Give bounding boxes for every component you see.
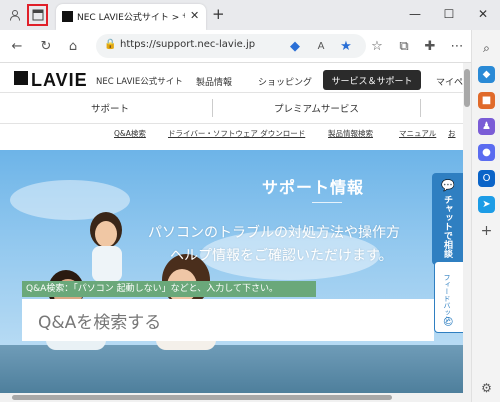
sea xyxy=(0,345,463,393)
search-placeholder[interactable]: Q&Aを検索する xyxy=(38,308,161,333)
link-more[interactable]: お xyxy=(448,128,456,139)
favorite-star-icon[interactable]: ★ xyxy=(337,37,355,55)
maximize-button[interactable]: ☐ xyxy=(432,0,466,28)
url-text[interactable]: https://support.nec-lavie.jp xyxy=(120,39,255,50)
edge-sidebar: ⌕ ◆ ■ ♟ ● O ➤ + ⚙ xyxy=(471,30,500,402)
subnav-divider xyxy=(420,99,421,117)
chat-bubble-icon: 💬 xyxy=(441,179,455,192)
search-hint-label: Q&A検索：「パソコン 起動しない」などと、入力して下さい。 xyxy=(22,281,316,297)
favorites-icon[interactable]: ☆ xyxy=(368,37,386,55)
link-qa-search[interactable]: Q&A検索 xyxy=(114,128,146,139)
nec-favicon xyxy=(62,11,73,22)
smiley-icon: ☺ xyxy=(443,317,454,328)
close-icon[interactable]: ✕ xyxy=(190,9,199,22)
read-aloud-icon[interactable]: A xyxy=(312,37,330,55)
feedback-label[interactable]: フィードバック xyxy=(442,274,452,323)
quick-links: Q&A検索 ドライバー・ソフトウェア ダウンロード 製品情報検索 マニュアル お xyxy=(0,125,463,145)
send-icon[interactable]: ➤ xyxy=(478,196,495,213)
nav-shopping[interactable]: ショッピング xyxy=(258,75,312,88)
close-window-button[interactable]: ✕ xyxy=(466,0,500,28)
vertical-scroll-thumb[interactable] xyxy=(464,69,470,107)
chat-consult-button[interactable]: 💬 チャットで相談 xyxy=(432,173,463,265)
extensions-icon[interactable]: ✚ xyxy=(421,37,439,55)
nav-products[interactable]: 製品情報 xyxy=(196,75,232,88)
minimize-button[interactable]: — xyxy=(398,0,432,28)
qa-search-input[interactable]: Q&Aを検索する xyxy=(22,299,434,341)
subnav-divider xyxy=(212,99,213,117)
chat-consult-label[interactable]: チャットで相談 xyxy=(441,195,454,258)
shopping-tag-icon[interactable]: ◆ xyxy=(478,66,495,83)
subnav-support[interactable]: サポート xyxy=(91,101,129,115)
back-icon[interactable]: ← xyxy=(8,37,26,55)
link-product-info[interactable]: 製品情報検索 xyxy=(328,128,373,139)
search-icon[interactable]: ⌕ xyxy=(478,40,495,57)
lavie-logo[interactable]: LAVIE xyxy=(31,70,88,91)
horizontal-scrollbar[interactable] xyxy=(0,393,471,402)
link-manual[interactable]: マニュアル xyxy=(399,128,436,139)
hero-text-line2: ヘルプ情報をご確認いただけます。 xyxy=(170,248,393,264)
games-icon[interactable]: ♟ xyxy=(478,118,495,135)
nav-service-support[interactable]: サービス＆サポート xyxy=(323,70,421,90)
tools-icon[interactable]: ■ xyxy=(478,92,495,109)
new-tab-button[interactable]: + xyxy=(212,5,225,23)
vertical-scrollbar[interactable] xyxy=(463,63,471,393)
collections-icon[interactable]: ⧉ xyxy=(395,37,413,55)
feedback-button[interactable]: フィードバック ☺ xyxy=(434,261,463,333)
hero-banner: サポート情報 パソコンのトラブルの対処方法や操作方 ヘルプ情報をご確認いただけま… xyxy=(0,150,463,393)
lavie-logo-mark xyxy=(14,71,28,85)
home-icon[interactable]: ⌂ xyxy=(64,37,82,55)
web-page: LAVIE NEC LAVIE公式サイト 製品情報 ショッピング サービス＆サポ… xyxy=(0,63,463,393)
lock-icon[interactable]: 🔒 xyxy=(104,39,116,50)
more-icon[interactable]: ⋯ xyxy=(448,37,466,55)
hero-title: サポート情報 xyxy=(262,178,365,197)
toolbar: ← ↻ ⌂ 🔒 https://support.nec-lavie.jp ◆ A… xyxy=(0,30,500,63)
hero-divider xyxy=(312,202,342,203)
tag-icon[interactable]: ◆ xyxy=(286,37,304,55)
add-icon[interactable]: + xyxy=(478,222,495,239)
subnav-premium[interactable]: プレミアムサービス xyxy=(274,101,359,115)
tab-title: NEC LAVIE公式サイト > サービス＆サ xyxy=(77,13,185,23)
site-name[interactable]: NEC LAVIE公式サイト xyxy=(96,75,183,87)
browser-tab[interactable]: NEC LAVIE公式サイト > サービス＆サ ✕ xyxy=(56,4,206,30)
horizontal-scroll-thumb[interactable] xyxy=(12,395,392,400)
tab-bar: NEC LAVIE公式サイト > サービス＆サ ✕ + — ☐ ✕ xyxy=(0,0,500,30)
hero-text-line1: パソコンのトラブルの対処方法や操作方 xyxy=(148,225,400,241)
highlight-box xyxy=(27,4,48,26)
nav-mypage[interactable]: マイペ xyxy=(436,75,463,88)
profile-icon[interactable] xyxy=(6,6,24,24)
sub-navigation: サポート プレミアムサービス xyxy=(0,92,463,124)
settings-gear-icon[interactable]: ⚙ xyxy=(478,379,495,396)
copilot-icon[interactable]: ● xyxy=(478,144,495,161)
outlook-icon[interactable]: O xyxy=(478,170,495,187)
link-driver-download[interactable]: ドライバー・ソフトウェア ダウンロード xyxy=(168,128,305,139)
refresh-icon[interactable]: ↻ xyxy=(37,37,55,55)
